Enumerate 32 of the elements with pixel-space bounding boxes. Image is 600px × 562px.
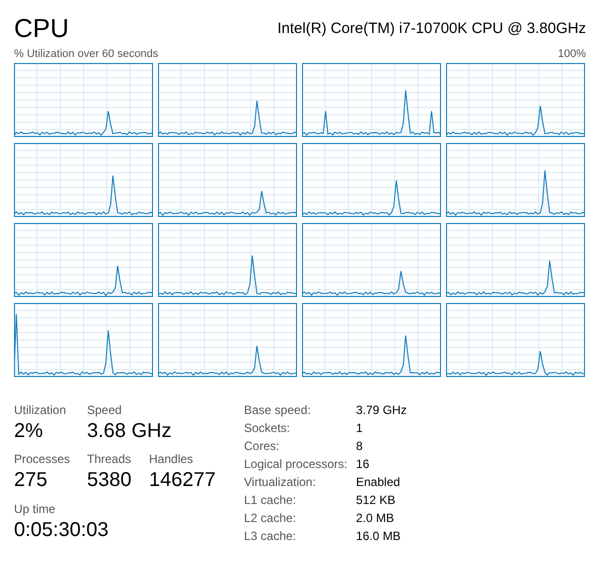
stat-label: Threads	[87, 452, 132, 466]
detail-value: 1	[356, 421, 364, 435]
detail-label: Cores:	[244, 439, 280, 453]
stat-label: Handles	[149, 452, 194, 466]
detail-value: 16.0 MB	[356, 529, 402, 543]
stat-label: Utilization	[14, 403, 68, 417]
stat-label: Processes	[14, 452, 72, 466]
detail-value: 16	[356, 457, 370, 471]
processor-name: Intel(R) Core(TM) i7-10700K CPU @ 3.80GHz	[277, 20, 586, 37]
detail-value: 3.79 GHz	[356, 403, 407, 417]
graph-caption: % Utilization over 60 seconds	[14, 48, 158, 60]
detail-value: 8	[356, 439, 364, 453]
detail-label: L2 cache:	[244, 511, 298, 525]
stat-value: 275	[14, 468, 48, 494]
graph-max-label: 100%	[558, 48, 586, 60]
detail-label: Virtualization:	[244, 475, 317, 489]
detail-label: Base speed:	[244, 403, 312, 417]
detail-label: Logical processors:	[244, 457, 348, 471]
stat-label: Up time	[14, 502, 56, 516]
detail-label: L1 cache:	[244, 493, 298, 507]
stat-value: 5380	[87, 468, 132, 494]
stat-value: 146277	[149, 468, 217, 494]
detail-label: L3 cache:	[244, 529, 298, 543]
stat-value: 0:05:30:03	[14, 518, 110, 543]
page-title: CPU	[14, 15, 69, 41]
stat-value: 3.68 GHz	[87, 419, 172, 444]
detail-value: Enabled	[356, 475, 402, 489]
detail-label: Sockets:	[244, 421, 292, 435]
detail-value: 2.0 MB	[356, 511, 396, 525]
stat-label: Speed	[87, 403, 123, 417]
detail-value: 512 KB	[356, 493, 396, 507]
stat-value: 2%	[14, 419, 44, 444]
